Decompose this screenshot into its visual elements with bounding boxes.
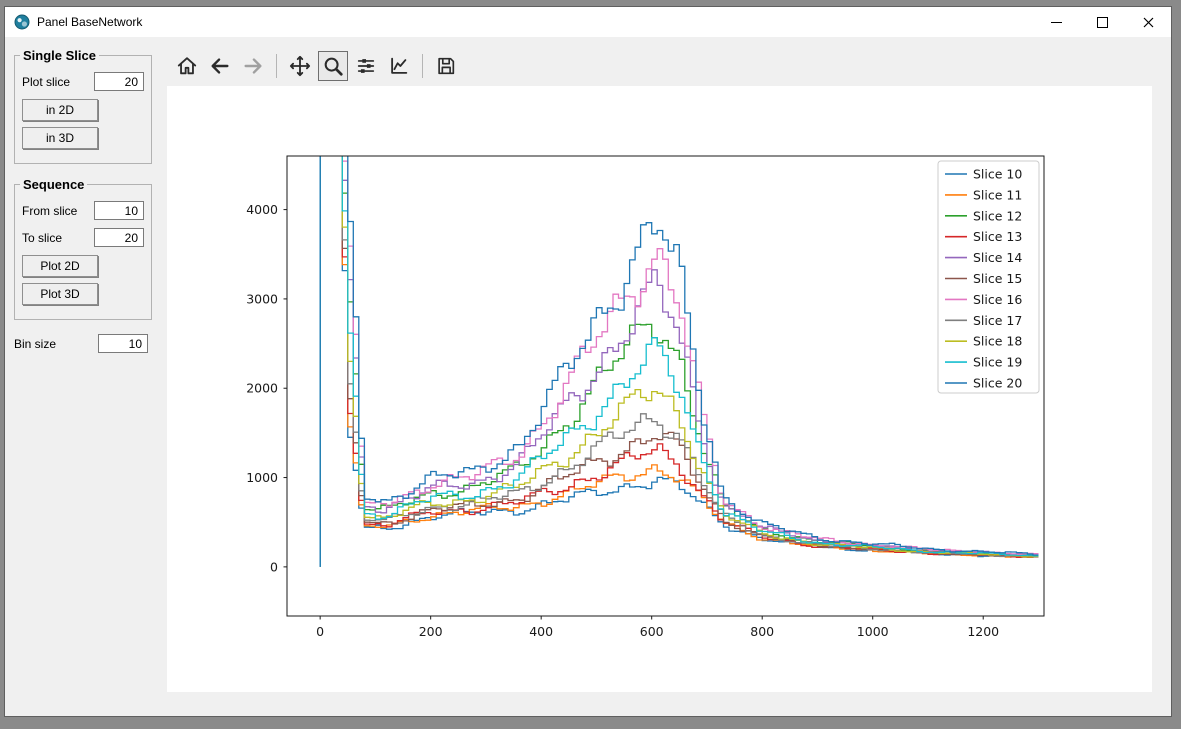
svg-text:Slice 20: Slice 20 [973,376,1022,391]
sequence-title: Sequence [23,177,85,192]
minimize-button[interactable] [1033,7,1079,37]
subplots-button[interactable] [351,51,381,81]
svg-text:2000: 2000 [246,381,278,396]
plot-panel: 0 200 400 600 800 1000 1200 0 1000 2000 3000 4000 Sl… [157,37,1171,716]
svg-text:Slice 18: Slice 18 [973,334,1022,349]
plot-toolbar [172,49,1171,83]
home-icon [177,57,197,75]
svg-text:400: 400 [529,624,553,639]
maximize-button[interactable] [1079,7,1125,37]
svg-text:Slice 16: Slice 16 [973,292,1022,307]
zoom-icon [324,57,343,76]
app-logo-icon [14,14,30,30]
save-icon [438,57,455,75]
to-slice-label: To slice [22,230,63,245]
svg-text:Slice 10: Slice 10 [973,167,1022,182]
pan-button[interactable] [285,51,315,81]
bin-size-input[interactable] [98,334,148,353]
pan-icon [289,55,311,77]
window-content: Single Slice Plot slice in 2D in 3D Sequ… [5,37,1171,716]
customize-icon [391,57,408,74]
sequence-group: Sequence From slice To slice Plot 2D Plo… [14,177,152,320]
svg-text:200: 200 [419,624,443,639]
from-slice-label: From slice [22,203,78,218]
svg-text:0: 0 [316,624,324,639]
svg-text:Slice 12: Slice 12 [973,208,1022,223]
svg-text:0: 0 [270,559,278,574]
bin-size-row: Bin size [14,334,148,353]
forward-button[interactable] [238,51,268,81]
close-button[interactable] [1125,7,1171,37]
save-button[interactable] [431,51,461,81]
svg-text:4000: 4000 [246,202,278,217]
window-controls [1033,7,1171,37]
single-slice-title: Single Slice [23,48,96,63]
plot-3d-button[interactable]: Plot 3D [22,283,98,305]
plot-2d-button[interactable]: Plot 2D [22,255,98,277]
histogram-chart: 0 200 400 600 800 1000 1200 0 1000 2000 3000 4000 Sl… [246,155,1045,639]
back-icon [211,58,229,74]
single-slice-group: Single Slice Plot slice in 2D in 3D [14,48,152,164]
minimize-icon [1050,21,1062,23]
app-window: Panel BaseNetwork Single Slice Plot slic… [4,6,1172,717]
svg-text:800: 800 [750,624,774,639]
svg-text:Slice 11: Slice 11 [973,187,1022,202]
home-button[interactable] [172,51,202,81]
figure-canvas[interactable]: 0 200 400 600 800 1000 1200 0 1000 2000 3000 4000 Sl… [167,86,1152,692]
to-slice-input[interactable] [94,228,144,247]
svg-text:1200: 1200 [967,624,999,639]
zoom-button[interactable] [318,51,348,81]
close-icon [1143,17,1153,27]
maximize-icon [1096,16,1108,28]
plot-slice-label: Plot slice [22,74,71,89]
plot-slice-input[interactable] [94,72,144,91]
desktop-background: Panel BaseNetwork Single Slice Plot slic… [0,0,1181,729]
svg-text:Slice 15: Slice 15 [973,271,1022,286]
svg-text:Slice 14: Slice 14 [973,250,1022,265]
from-slice-row: From slice [22,201,144,220]
from-slice-input[interactable] [94,201,144,220]
toolbar-separator [276,54,277,78]
back-button[interactable] [205,51,235,81]
customize-button[interactable] [384,51,414,81]
toolbar-separator [422,54,423,78]
svg-text:1000: 1000 [857,624,889,639]
svg-text:600: 600 [640,624,664,639]
subplots-icon [357,59,375,73]
sidebar: Single Slice Plot slice in 2D in 3D Sequ… [5,37,157,716]
svg-text:1000: 1000 [246,470,278,485]
plot-slice-row: Plot slice [22,72,144,91]
to-slice-row: To slice [22,228,144,247]
forward-icon [244,58,262,74]
svg-text:Slice 17: Slice 17 [973,313,1022,328]
in-3d-button[interactable]: in 3D [22,127,98,149]
in-2d-button[interactable]: in 2D [22,99,98,121]
window-title: Panel BaseNetwork [37,15,143,29]
svg-text:3000: 3000 [246,291,278,306]
bin-size-label: Bin size [14,336,57,351]
titlebar[interactable]: Panel BaseNetwork [5,7,1171,37]
svg-text:Slice 19: Slice 19 [973,355,1022,370]
svg-text:Slice 13: Slice 13 [973,229,1022,244]
